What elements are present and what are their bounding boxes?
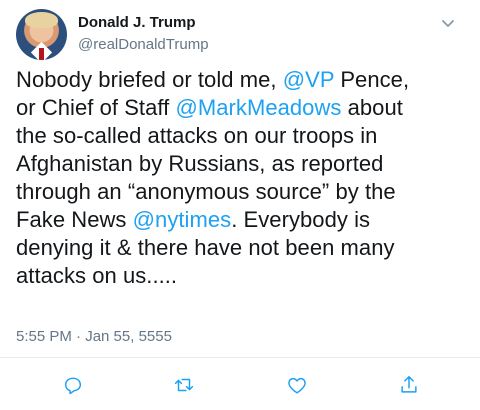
tweet-text-segment: Fake News <box>16 207 133 232</box>
tweet-text-segment: . Everybody is <box>231 207 371 232</box>
mention-link[interactable]: @VP <box>283 67 334 92</box>
tweet-header: Donald J. Trump @realDonaldTrump <box>16 9 466 61</box>
tweet-text: Nobody briefed or told me, @VP Pence, or … <box>16 66 468 290</box>
tweet-text-segment: the so-called attacks on our troops in <box>16 123 378 148</box>
author-handle[interactable]: @realDonaldTrump <box>78 36 209 54</box>
tweet-text-segment: about <box>341 95 403 120</box>
chevron-down-icon[interactable] <box>438 13 458 33</box>
author-name[interactable]: Donald J. Trump <box>78 14 196 32</box>
tweet-line: or Chief of Staff @MarkMeadows about <box>16 94 468 122</box>
tweet-text-segment: Afghanistan by Russians, as reported <box>16 151 384 176</box>
mention-link[interactable]: @nytimes <box>133 207 232 232</box>
share-icon[interactable] <box>396 372 422 398</box>
retweet-icon[interactable] <box>171 372 197 398</box>
tweet-text-segment: Nobody briefed or told me, <box>16 67 283 92</box>
tweet-line: attacks on us..... <box>16 262 468 290</box>
reply-icon[interactable] <box>60 372 86 398</box>
tweet-actions <box>0 372 480 398</box>
tweet-line: Fake News @nytimes. Everybody is <box>16 206 468 234</box>
tweet-text-segment: or Chief of Staff <box>16 95 176 120</box>
mention-link[interactable]: @MarkMeadows <box>175 95 341 120</box>
tweet-line: Nobody briefed or told me, @VP Pence, <box>16 66 468 94</box>
tweet-timestamp[interactable]: 5:55 PM · Jan 55, 5555 <box>16 328 172 346</box>
tweet-line: the so-called attacks on our troops in <box>16 122 468 150</box>
tweet-line: through an “anonymous source” by the <box>16 178 468 206</box>
avatar-hair <box>25 12 58 28</box>
tweet-text-segment: attacks on us..... <box>16 263 178 288</box>
heart-icon[interactable] <box>284 372 310 398</box>
tweet-text-segment: Pence, <box>334 67 410 92</box>
tweet-text-segment: through an “anonymous source” by the <box>16 179 396 204</box>
divider <box>0 357 480 358</box>
tweet-line: Afghanistan by Russians, as reported <box>16 150 468 178</box>
tweet-line: denying it & there have not been many <box>16 234 468 262</box>
avatar-tie <box>39 48 44 60</box>
avatar[interactable] <box>16 9 67 60</box>
tweet-text-segment: denying it & there have not been many <box>16 235 395 260</box>
